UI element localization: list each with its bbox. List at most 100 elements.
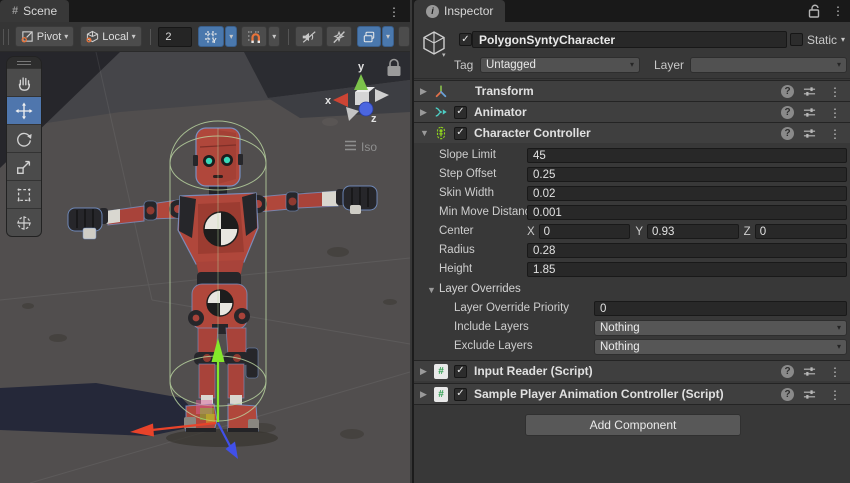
- chevron-down-icon: ▾: [837, 61, 841, 69]
- center-y-field[interactable]: 0.93: [647, 224, 739, 239]
- scene-effects-muted-button[interactable]: [326, 26, 352, 47]
- handle-rotation-button[interactable]: Local ▾: [80, 26, 141, 47]
- scene-panel: # Scene ⋮ Pivot ▾ Lo: [0, 0, 410, 483]
- presets-icon[interactable]: [803, 365, 816, 378]
- presets-icon[interactable]: [803, 388, 816, 401]
- toolbar-separator: [288, 29, 289, 45]
- add-component-button[interactable]: Add Component: [525, 414, 741, 436]
- foldout-icon[interactable]: ▼: [420, 128, 430, 138]
- scale-icon: [15, 158, 33, 176]
- layer-label: Layer: [654, 58, 684, 72]
- component-label: Character Controller: [474, 126, 591, 140]
- active-checkbox[interactable]: ✓: [459, 33, 472, 46]
- scene-menu-kebab-icon[interactable]: ⋮: [384, 4, 404, 20]
- inspector-menu-kebab-icon[interactable]: ⋮: [828, 3, 848, 19]
- property-row-height: Height 1.85: [414, 261, 850, 280]
- foldout-icon[interactable]: ▶: [420, 86, 430, 97]
- scale-tool-button[interactable]: [7, 152, 41, 180]
- pivot-mode-button[interactable]: Pivot ▾: [15, 26, 74, 47]
- scene-audio-muted-button[interactable]: [295, 26, 323, 47]
- component-label: Transform: [475, 84, 534, 98]
- animator-enabled-checkbox[interactable]: ✓: [454, 106, 467, 119]
- sample-player-enabled-checkbox[interactable]: ✓: [454, 388, 467, 401]
- component-menu-kebab-icon[interactable]: ⋮: [825, 126, 845, 142]
- tab-scene-label: Scene: [23, 4, 57, 18]
- slope-limit-field[interactable]: 45: [527, 148, 847, 163]
- height-field[interactable]: 1.85: [527, 262, 847, 277]
- layer-override-priority-field[interactable]: 0: [594, 301, 847, 316]
- exclude-layers-dropdown[interactable]: Nothing ▾: [594, 339, 847, 355]
- help-icon[interactable]: ?: [781, 388, 794, 401]
- pelvis: [188, 284, 250, 334]
- grid-options-dropdown[interactable]: ▾: [225, 26, 237, 47]
- foldout-icon[interactable]: ▶: [420, 389, 430, 400]
- scene-viewport[interactable]: y x z Iso: [0, 52, 410, 483]
- presets-icon[interactable]: [803, 85, 816, 98]
- help-icon[interactable]: ?: [781, 365, 794, 378]
- grid-size-field[interactable]: 2: [158, 27, 192, 47]
- icon-picker-chevron[interactable]: ▾: [442, 51, 446, 59]
- help-icon[interactable]: ?: [781, 85, 794, 98]
- transform-tool-button[interactable]: [7, 208, 41, 236]
- include-layers-dropdown[interactable]: Nothing ▾: [594, 320, 847, 336]
- script-icon: #: [433, 363, 449, 379]
- component-header-sample-player-animation-controller[interactable]: ▶ # ✓ Sample Player Animation Controller…: [414, 383, 850, 404]
- palette-drag-handle[interactable]: [7, 57, 41, 68]
- snap-settings-button[interactable]: [241, 26, 267, 47]
- iso-label: Iso: [361, 140, 377, 154]
- layers-stack-icon: [363, 30, 375, 44]
- snap-options-dropdown[interactable]: ▾: [268, 26, 280, 47]
- info-icon: i: [426, 5, 439, 18]
- foldout-icon[interactable]: ▶: [420, 366, 430, 377]
- layer-dropdown[interactable]: ▾: [690, 57, 847, 73]
- min-move-distance-field[interactable]: 0.001: [527, 205, 847, 220]
- cc-enabled-checkbox[interactable]: ✓: [454, 127, 467, 140]
- property-row-radius: Radius 0.28: [414, 242, 850, 261]
- hand-tool-button[interactable]: [7, 68, 41, 96]
- component-menu-kebab-icon[interactable]: ⋮: [825, 105, 845, 121]
- move-tool-button[interactable]: [7, 96, 41, 124]
- radius-field[interactable]: 0.28: [527, 243, 847, 258]
- input-reader-enabled-checkbox[interactable]: ✓: [454, 365, 467, 378]
- local-cube-icon: [86, 30, 99, 43]
- component-menu-kebab-icon[interactable]: ⋮: [825, 84, 845, 100]
- scene-visibility-button[interactable]: [357, 26, 381, 47]
- unlock-icon[interactable]: [808, 4, 820, 18]
- property-row-exclude-layers: Exclude Layers Nothing ▾: [414, 338, 850, 357]
- presets-icon[interactable]: [803, 127, 816, 140]
- static-options-chevron[interactable]: ▾: [841, 36, 845, 44]
- effects-muted-icon: [332, 30, 346, 44]
- center-z-field[interactable]: 0: [755, 224, 847, 239]
- tab-inspector[interactable]: i Inspector: [414, 0, 505, 22]
- layer-overrides-foldout[interactable]: ▼ Layer Overrides: [414, 281, 850, 300]
- component-header-character-controller[interactable]: ▼ ✓ Character Controller ? ⋮: [414, 122, 850, 143]
- component-header-animator[interactable]: ▶ ✓ Animator ? ⋮: [414, 101, 850, 122]
- center-x-field[interactable]: 0: [539, 224, 631, 239]
- step-offset-field[interactable]: 0.25: [527, 167, 847, 182]
- toolbar-drag-handle-icon[interactable]: [3, 29, 9, 45]
- static-checkbox[interactable]: [790, 33, 803, 46]
- visibility-options-dropdown[interactable]: ▾: [382, 26, 394, 47]
- tag-dropdown[interactable]: Untagged ▾: [480, 57, 640, 73]
- component-menu-kebab-icon[interactable]: ⋮: [825, 387, 845, 403]
- unity-editor: # Scene ⋮ Pivot ▾ Lo: [0, 0, 850, 483]
- component-header-input-reader[interactable]: ▶ # ✓ Input Reader (Script) ? ⋮: [414, 360, 850, 381]
- chevron-down-icon: ▾: [837, 324, 841, 332]
- property-row-skin-width: Skin Width 0.02: [414, 185, 850, 204]
- tab-scene[interactable]: # Scene: [0, 0, 69, 22]
- tool-palette: [6, 56, 42, 237]
- gameobject-name-field[interactable]: PolygonSyntyCharacter: [472, 31, 787, 48]
- help-icon[interactable]: ?: [781, 127, 794, 140]
- divider: [414, 404, 850, 405]
- clipped-toolbar-button[interactable]: [398, 26, 410, 47]
- foldout-icon[interactable]: ▶: [420, 107, 430, 118]
- rotate-tool-button[interactable]: [7, 124, 41, 152]
- component-header-transform[interactable]: ▶ Transform ? ⋮: [414, 80, 850, 101]
- property-row-layer-override-priority: Layer Override Priority 0: [414, 300, 850, 319]
- presets-icon[interactable]: [803, 106, 816, 119]
- skin-width-field[interactable]: 0.02: [527, 186, 847, 201]
- component-menu-kebab-icon[interactable]: ⋮: [825, 364, 845, 380]
- help-icon[interactable]: ?: [781, 106, 794, 119]
- rect-tool-button[interactable]: [7, 180, 41, 208]
- grid-visibility-button[interactable]: Y: [198, 26, 224, 47]
